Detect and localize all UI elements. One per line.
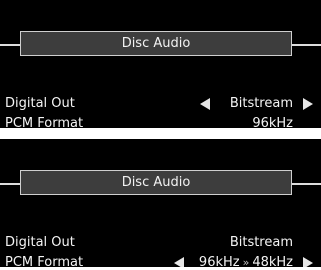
digital-out-label: Digital Out bbox=[5, 96, 75, 111]
pcm-format-label: PCM Format bbox=[5, 255, 84, 267]
pcm-format-row[interactable]: PCM Format 96kHz bbox=[0, 115, 321, 128]
pcm-format-label: PCM Format bbox=[5, 116, 84, 128]
pcm-format-value: 96kHz» 48kHz bbox=[199, 254, 293, 267]
arrow-right-icon[interactable] bbox=[303, 257, 313, 267]
settings-panel-bottom: Disc Audio Digital Out Bitstream PCM For… bbox=[0, 139, 321, 267]
digital-out-value: Bitstream bbox=[229, 235, 293, 250]
arrow-right-icon[interactable] bbox=[303, 98, 313, 110]
arrow-left-icon[interactable] bbox=[200, 98, 210, 110]
pcm-format-value: 96kHz bbox=[252, 116, 293, 128]
pcm-format-row[interactable]: PCM Format 96kHz» 48kHz bbox=[0, 254, 321, 267]
pcm-format-from: 96kHz bbox=[198, 255, 240, 267]
digital-out-value: Bitstream bbox=[229, 96, 293, 111]
menu-title: Disc Audio bbox=[20, 170, 292, 195]
digital-out-label: Digital Out bbox=[5, 235, 75, 250]
conversion-separator: » bbox=[242, 256, 250, 267]
pcm-format-to: 48kHz bbox=[252, 255, 293, 267]
settings-panel-top: Disc Audio Digital Out Bitstream PCM For… bbox=[0, 0, 321, 128]
menu-title: Disc Audio bbox=[20, 31, 292, 56]
arrow-left-icon[interactable] bbox=[174, 257, 184, 267]
digital-out-row[interactable]: Digital Out Bitstream bbox=[0, 234, 321, 252]
digital-out-row[interactable]: Digital Out Bitstream bbox=[0, 95, 321, 113]
